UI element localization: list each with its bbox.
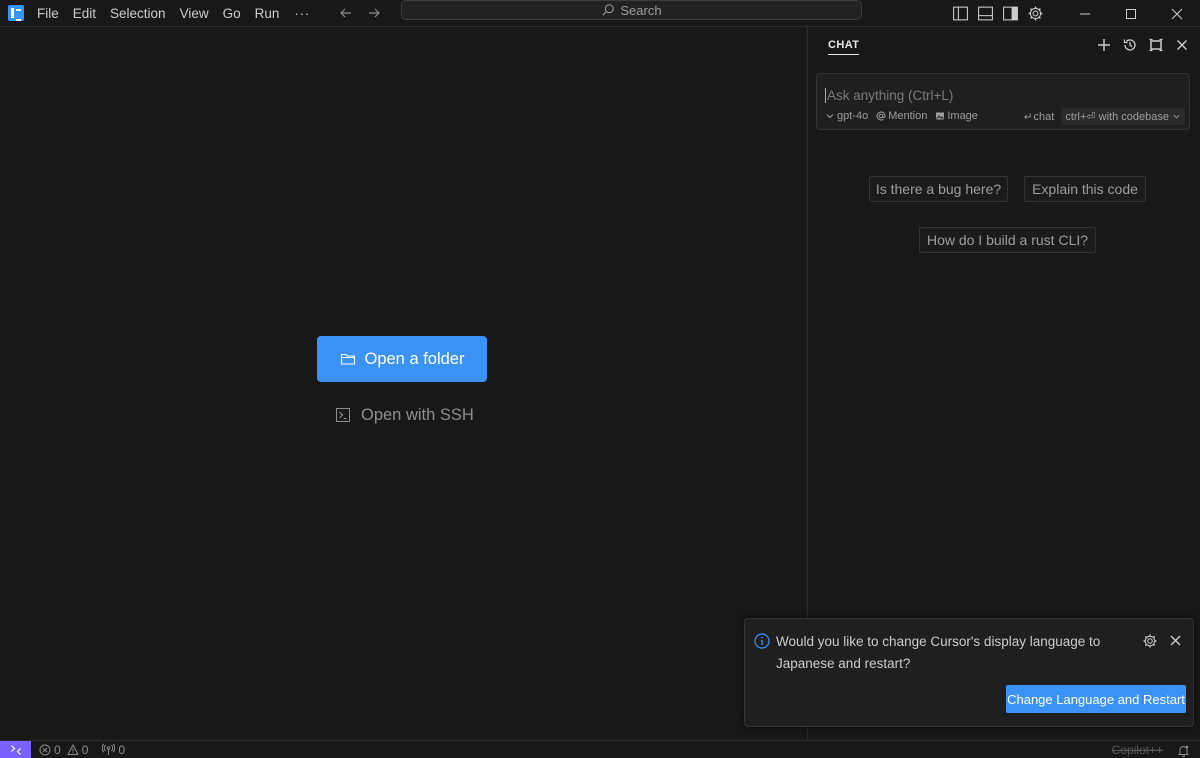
toggle-panel-icon[interactable] (977, 5, 994, 22)
gear-icon[interactable] (1142, 633, 1158, 649)
toggle-primary-sidebar-icon[interactable] (952, 5, 969, 22)
maximize-panel-icon[interactable] (1148, 37, 1164, 53)
history-icon[interactable] (1122, 37, 1138, 53)
notification-message: Would you like to change Cursor's displa… (776, 634, 1101, 671)
open-folder-label: Open a folder (364, 349, 465, 368)
warning-count: 0 (81, 742, 89, 757)
codebase-submit-button[interactable]: ctrl+⏎ with codebase (1061, 108, 1185, 125)
at-icon (876, 111, 886, 121)
warning-icon (66, 743, 79, 755)
maximize-button[interactable] (1108, 0, 1154, 27)
title-bar-right (952, 0, 1200, 27)
status-bar-right: Copilot++ (1112, 741, 1190, 758)
chat-submit-options: chat ctrl+⏎ with codebase (1023, 108, 1185, 125)
chat-shortcut-label: chat (1033, 110, 1055, 123)
menu-go[interactable]: Go (216, 0, 248, 26)
change-language-button[interactable]: Change Language and Restart (1006, 685, 1186, 713)
error-count: 0 (54, 742, 61, 757)
arrow-right-icon[interactable] (366, 5, 382, 21)
close-icon[interactable] (1169, 634, 1182, 647)
plus-icon[interactable] (1096, 37, 1112, 53)
chat-input-placeholder[interactable]: Ask anything (Ctrl+L) (825, 88, 953, 103)
chat-input-options: gpt-4o Mention Image (825, 110, 978, 122)
chat-header: CHAT (808, 27, 1200, 63)
copilot-status[interactable]: Copilot++ (1112, 743, 1163, 757)
chat-input-box[interactable]: Ask anything (Ctrl+L) gpt-4o Mention Ima… (816, 73, 1190, 130)
info-icon (754, 633, 770, 649)
terminal-icon (336, 408, 350, 422)
chat-actions (1096, 37, 1190, 53)
folder-icon (340, 353, 355, 365)
chat-submit-button[interactable]: chat (1023, 110, 1055, 123)
search-icon (602, 4, 615, 16)
enter-key-icon (1023, 113, 1031, 120)
ports-indicator[interactable]: 0 (102, 743, 125, 757)
menu-bar: File Edit Selection View Go Run ··· (30, 0, 318, 26)
title-bar: File Edit Selection View Go Run ··· Sear… (0, 0, 1200, 27)
model-name: gpt-4o (837, 110, 869, 122)
navigation-arrows (338, 5, 382, 21)
error-icon (39, 744, 51, 755)
suggestion-bug[interactable]: Is there a bug here? (869, 176, 1008, 202)
maximize-icon (1126, 8, 1136, 19)
search-label: Search (620, 2, 662, 18)
image-label: Image (947, 110, 978, 122)
menu-edit[interactable]: Edit (66, 0, 103, 26)
open-folder-button[interactable]: Open a folder (317, 336, 487, 382)
ports-count: 0 (118, 742, 126, 757)
layout-controls (952, 5, 1044, 22)
close-icon[interactable] (1174, 37, 1190, 53)
mention-label: Mention (888, 110, 928, 122)
suggestion-rust-cli[interactable]: How do I build a rust CLI? (919, 227, 1096, 253)
toggle-secondary-sidebar-icon[interactable] (1002, 5, 1019, 22)
codebase-label: ctrl+⏎ with codebase (1065, 111, 1169, 123)
mention-button[interactable]: Mention (876, 110, 927, 122)
chevron-down-icon (826, 114, 834, 119)
menu-more-button[interactable]: ··· (286, 6, 318, 21)
notifications-bell-icon[interactable] (1177, 744, 1190, 757)
menu-view[interactable]: View (173, 0, 216, 26)
remote-icon (10, 744, 21, 755)
open-ssh-button[interactable]: Open with SSH (335, 403, 474, 427)
language-notification: Would you like to change Cursor's displa… (744, 618, 1194, 727)
model-selector[interactable]: gpt-4o (825, 110, 868, 122)
editor-area: Open a folder Open with SSH (0, 27, 807, 740)
settings-gear-icon[interactable] (1027, 5, 1044, 22)
problems-indicator[interactable]: 0 0 (39, 743, 88, 757)
status-bar: 0 0 0 Copilot++ (0, 740, 1200, 758)
broadcast-icon (102, 743, 116, 755)
arrow-left-icon[interactable] (338, 5, 354, 21)
command-center-search[interactable]: Search (401, 0, 862, 20)
close-window-button[interactable] (1154, 0, 1200, 27)
remote-indicator-button[interactable] (0, 740, 31, 758)
app-logo-icon (8, 5, 24, 21)
open-ssh-label: Open with SSH (361, 405, 474, 424)
menu-selection[interactable]: Selection (103, 0, 173, 26)
menu-file[interactable]: File (30, 0, 66, 26)
close-icon (1171, 8, 1183, 19)
image-button[interactable]: Image (935, 110, 978, 122)
minimize-button[interactable] (1062, 0, 1108, 27)
image-icon (936, 112, 945, 120)
menu-run[interactable]: Run (248, 0, 287, 26)
chat-tab-title[interactable]: CHAT (828, 39, 860, 55)
minimize-icon (1080, 13, 1090, 14)
chevron-down-icon (1173, 114, 1180, 119)
suggestion-explain[interactable]: Explain this code (1024, 176, 1146, 202)
